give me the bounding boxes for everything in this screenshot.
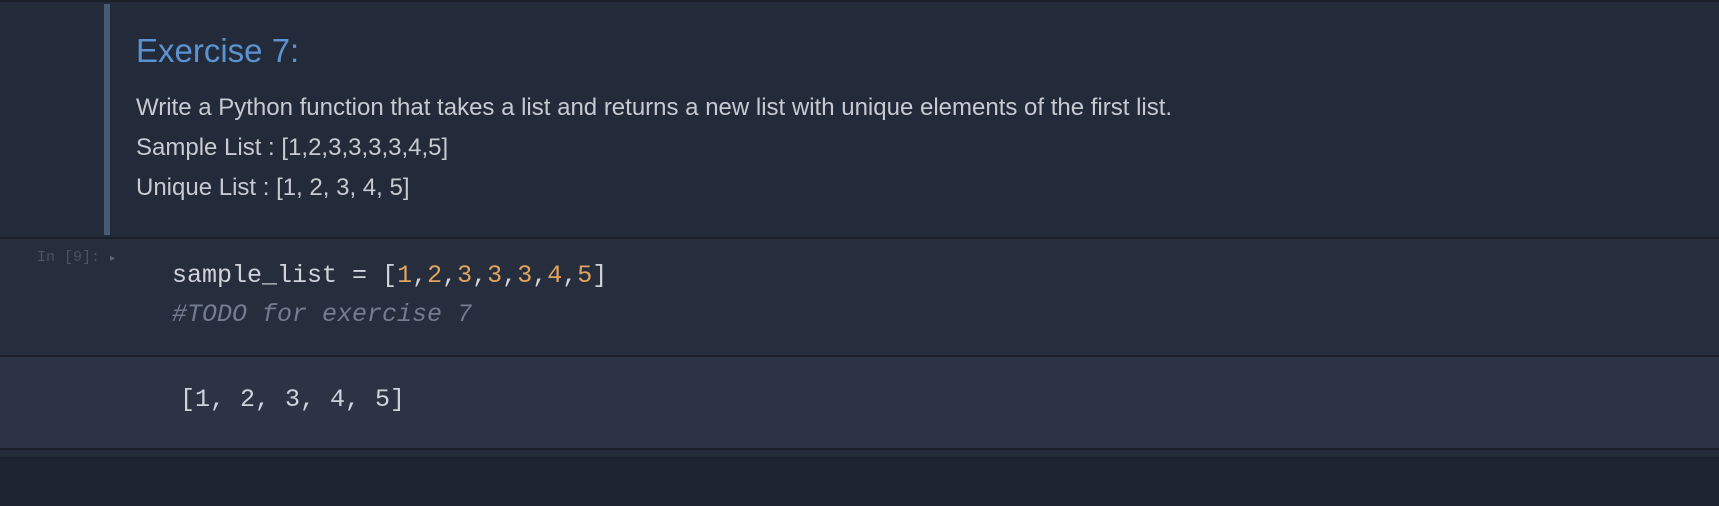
code-prompt: In [9]:: [0, 239, 110, 355]
markdown-line: Unique List : [1, 2, 3, 4, 5]: [136, 168, 1697, 208]
code-operator: =: [337, 261, 382, 290]
next-cell-stub: [0, 450, 1719, 458]
output-text: [1, 2, 3, 4, 5]: [110, 357, 1719, 449]
code-bracket: ]: [592, 261, 607, 290]
exercise-heading: Exercise 7:: [136, 24, 1697, 78]
markdown-cell: Exercise 7: Write a Python function that…: [0, 0, 1719, 239]
code-comment: #TODO for exercise 7: [172, 300, 472, 329]
code-number: 3: [517, 261, 532, 290]
markdown-prompt: [0, 4, 110, 235]
collapse-icon[interactable]: ▸: [110, 253, 124, 264]
code-number: 3: [487, 261, 502, 290]
code-cell: In [9]: ▸ sample_list = [1,2,3,3,3,4,5] …: [0, 239, 1719, 356]
markdown-content[interactable]: Exercise 7: Write a Python function that…: [110, 4, 1719, 235]
code-editor[interactable]: sample_list = [1,2,3,3,3,4,5] #TODO for …: [132, 239, 1719, 355]
output-prompt: [0, 357, 110, 449]
code-number: 1: [397, 261, 412, 290]
code-number: 3: [457, 261, 472, 290]
code-number: 2: [427, 261, 442, 290]
code-number: 5: [577, 261, 592, 290]
code-bracket: [: [382, 261, 397, 290]
code-variable: sample_list: [172, 261, 337, 290]
output-cell: [1, 2, 3, 4, 5]: [0, 356, 1719, 451]
markdown-line: Sample List : [1,2,3,3,3,3,4,5]: [136, 128, 1697, 168]
markdown-line: Write a Python function that takes a lis…: [136, 88, 1697, 128]
code-number: 4: [547, 261, 562, 290]
